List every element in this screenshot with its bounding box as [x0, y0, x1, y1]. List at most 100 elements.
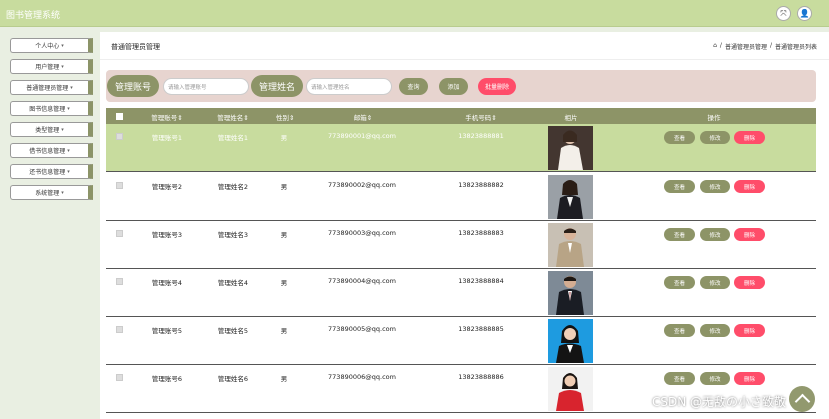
breadcrumb-separator: / [769, 42, 772, 49]
header-name[interactable]: 管理姓名⇕ [217, 112, 249, 122]
table-row[interactable]: 管理账号5 管理姓名5 男 773890005@qq.com 138238888… [106, 317, 816, 365]
view-button[interactable]: 查看 [664, 180, 695, 193]
add-button[interactable]: 添加 [439, 78, 468, 95]
name-search-input[interactable]: 请输入管理姓名 [306, 78, 392, 95]
cell-name: 管理姓名5 [217, 327, 249, 335]
sidebar-item-types[interactable]: 类型管理 ▾ [10, 122, 93, 137]
row-checkbox[interactable] [116, 374, 123, 381]
delete-button[interactable]: 删除 [734, 228, 765, 241]
cell-phone: 13823888881 [458, 132, 504, 140]
home-icon[interactable]: ⌂ [713, 42, 717, 51]
cell-gender: 男 [280, 134, 288, 142]
row-checkbox[interactable] [116, 133, 123, 140]
table-row[interactable]: 管理账号2 管理姓名2 男 773890002@qq.com 138238888… [106, 173, 816, 221]
sidebar-item-label: 借书信息管理 [29, 148, 66, 155]
user-icon[interactable]: 👤 [797, 6, 812, 21]
chevron-down-icon: ▾ [61, 126, 64, 133]
header-phone[interactable]: 手机号码⇕ [464, 112, 498, 122]
sidebar-item-label: 还书信息管理 [29, 169, 66, 176]
cell-email: 773890003@qq.com [328, 229, 396, 237]
cell-email: 773890001@qq.com [328, 132, 396, 140]
sidebar-item-admins[interactable]: 普通管理员管理 ▾ [10, 80, 93, 95]
view-button[interactable]: 查看 [664, 372, 695, 385]
row-checkbox[interactable] [116, 230, 123, 237]
sidebar-item-label: 系统管理 [35, 190, 60, 197]
breadcrumb-level1[interactable]: 普通管理员管理 [725, 42, 767, 51]
chevron-down-icon: ▾ [67, 168, 70, 175]
cell-gender: 男 [280, 375, 288, 383]
header-account[interactable]: 管理账号⇕ [151, 112, 183, 122]
admin-photo [548, 367, 593, 411]
row-checkbox[interactable] [116, 278, 123, 285]
row-checkbox[interactable] [116, 326, 123, 333]
sidebar-item-borrow[interactable]: 借书信息管理 ▾ [10, 143, 93, 158]
sidebar-item-users[interactable]: 用户管理 ▾ [10, 59, 93, 74]
sidebar-item-label: 用户管理 [35, 64, 60, 71]
edit-button[interactable]: 修改 [700, 228, 730, 241]
cell-gender: 男 [280, 327, 288, 335]
main-content: 普通管理员管理 ⌂ / 普通管理员管理 / 普通管理员列表 管理账号 请输入管理… [100, 32, 829, 419]
header-email[interactable]: 邮箱⇕ [349, 112, 377, 122]
breadcrumb-separator: / [719, 42, 722, 49]
fullscreen-icon[interactable]: ⤧ [776, 6, 791, 21]
header-actions: 操作 [707, 114, 721, 122]
cell-phone: 13823888882 [458, 181, 504, 189]
cell-account: 管理账号5 [151, 327, 183, 335]
table-row[interactable]: 管理账号4 管理姓名4 男 773890004@qq.com 138238888… [106, 269, 816, 317]
cell-email: 773890006@qq.com [328, 373, 396, 381]
sidebar-item-return[interactable]: 还书信息管理 ▾ [10, 164, 93, 179]
edit-button[interactable]: 修改 [700, 324, 730, 337]
table-row[interactable]: 管理账号3 管理姓名3 男 773890003@qq.com 138238888… [106, 221, 816, 269]
cell-account: 管理账号4 [151, 279, 183, 287]
header-photo: 相片 [564, 114, 578, 122]
sidebar-item-system[interactable]: 系统管理 ▾ [10, 185, 93, 200]
top-bar: 图书管理系统 ⤧ 👤 [0, 0, 829, 27]
batch-delete-button[interactable]: 批量删除 [478, 78, 516, 95]
edit-button[interactable]: 修改 [700, 180, 730, 193]
chevron-down-icon: ▾ [61, 42, 64, 49]
sidebar-item-profile[interactable]: 个人中心 ▾ [10, 38, 93, 53]
row-checkbox[interactable] [116, 182, 123, 189]
account-search-label: 管理账号 [107, 75, 159, 97]
view-button[interactable]: 查看 [664, 276, 695, 289]
sidebar: 个人中心 ▾ 用户管理 ▾ 普通管理员管理 ▾ 图书信息管理 ▾ 类型管理 ▾ 借书信息管… [0, 28, 100, 419]
admin-photo [548, 175, 593, 219]
cell-name: 管理姓名3 [217, 231, 249, 239]
admin-photo [548, 126, 593, 170]
watermark: CSDN @无敌の小さ致敬 [652, 395, 787, 409]
admin-photo [548, 223, 593, 267]
cell-email: 773890005@qq.com [328, 325, 396, 333]
cell-account: 管理账号6 [151, 375, 183, 383]
chevron-down-icon: ▾ [67, 105, 70, 112]
admin-photo [548, 271, 593, 315]
edit-button[interactable]: 修改 [700, 372, 730, 385]
delete-button[interactable]: 删除 [734, 276, 765, 289]
table-header: 管理账号⇕ 管理姓名⇕ 性别⇕ 邮箱⇕ 手机号码⇕ 相片 操作 [106, 108, 816, 124]
query-button[interactable]: 查询 [399, 78, 428, 95]
table-row[interactable]: 管理账号1 管理姓名1 男 773890001@qq.com 138238888… [106, 124, 816, 172]
cell-gender: 男 [280, 279, 288, 287]
account-search-input[interactable]: 请输入管理账号 [163, 78, 249, 95]
edit-button[interactable]: 修改 [700, 276, 730, 289]
delete-button[interactable]: 删除 [734, 180, 765, 193]
header-gender[interactable]: 性别⇕ [276, 112, 294, 122]
view-button[interactable]: 查看 [664, 228, 695, 241]
select-all-checkbox[interactable] [116, 113, 123, 120]
edit-button[interactable]: 修改 [700, 131, 730, 144]
delete-button[interactable]: 删除 [734, 131, 765, 144]
name-search-label: 管理姓名 [251, 75, 303, 97]
delete-button[interactable]: 删除 [734, 324, 765, 337]
breadcrumb: ⌂ / 普通管理员管理 / 普通管理员列表 [713, 42, 817, 51]
view-button[interactable]: 查看 [664, 324, 695, 337]
cell-name: 管理姓名6 [217, 375, 249, 383]
app-title: 图书管理系统 [6, 11, 61, 21]
view-button[interactable]: 查看 [664, 131, 695, 144]
cell-phone: 13823888883 [458, 229, 504, 237]
sidebar-item-books[interactable]: 图书信息管理 ▾ [10, 101, 93, 116]
search-bar: 管理账号 请输入管理账号 管理姓名 请输入管理姓名 查询 添加 批量删除 [106, 70, 816, 102]
cell-gender: 男 [280, 183, 288, 191]
back-to-top-button[interactable] [789, 386, 815, 412]
delete-button[interactable]: 删除 [734, 372, 765, 385]
breadcrumb-level2: 普通管理员列表 [774, 44, 817, 51]
cell-name: 管理姓名2 [217, 183, 249, 191]
